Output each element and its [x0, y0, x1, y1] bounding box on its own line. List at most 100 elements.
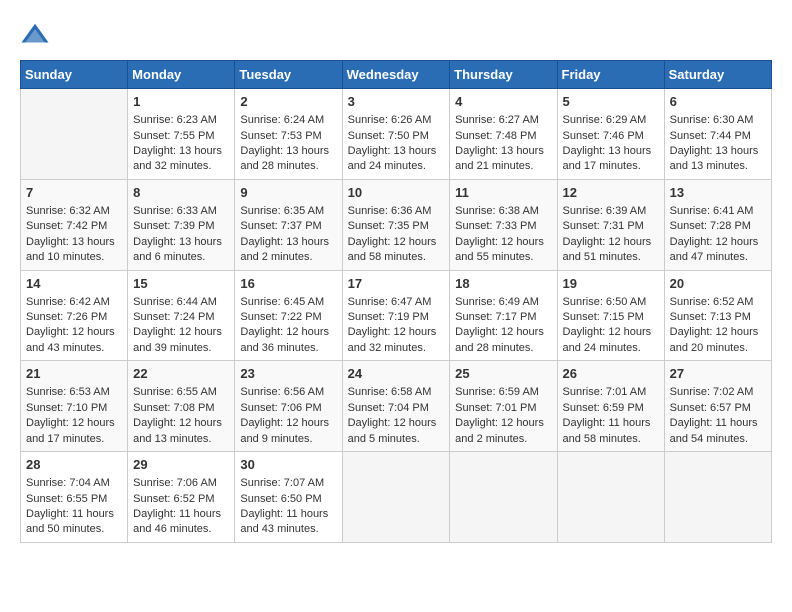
calendar-cell: 19Sunrise: 6:50 AMSunset: 7:15 PMDayligh…: [557, 270, 664, 361]
header-day: Tuesday: [235, 61, 342, 89]
header-day: Monday: [128, 61, 235, 89]
daylight-hours: Daylight: 11 hours and 50 minutes.: [26, 508, 114, 535]
day-number: 22: [133, 365, 229, 383]
calendar-cell: 1Sunrise: 6:23 AMSunset: 7:55 PMDaylight…: [128, 89, 235, 180]
day-number: 14: [26, 275, 122, 293]
day-number: 7: [26, 184, 122, 202]
header-day: Friday: [557, 61, 664, 89]
sunrise: Sunrise: 7:06 AM: [133, 477, 217, 489]
daylight-hours: Daylight: 13 hours and 28 minutes.: [240, 145, 329, 172]
sunset: Sunset: 7:22 PM: [240, 311, 321, 323]
sunset: Sunset: 7:35 PM: [348, 220, 429, 232]
day-number: 27: [670, 365, 766, 383]
sunrise: Sunrise: 6:44 AM: [133, 296, 217, 308]
page-header: [20, 20, 772, 50]
day-number: 13: [670, 184, 766, 202]
calendar-cell: [342, 452, 450, 543]
daylight-hours: Daylight: 13 hours and 24 minutes.: [348, 145, 437, 172]
sunset: Sunset: 6:55 PM: [26, 493, 107, 505]
calendar-body: 1Sunrise: 6:23 AMSunset: 7:55 PMDaylight…: [21, 89, 772, 543]
calendar-cell: 7Sunrise: 6:32 AMSunset: 7:42 PMDaylight…: [21, 179, 128, 270]
sunset: Sunset: 7:15 PM: [563, 311, 644, 323]
day-number: 5: [563, 93, 659, 111]
calendar-cell: [450, 452, 557, 543]
daylight-hours: Daylight: 11 hours and 43 minutes.: [240, 508, 328, 535]
daylight-hours: Daylight: 13 hours and 17 minutes.: [563, 145, 652, 172]
sunset: Sunset: 7:48 PM: [455, 130, 536, 142]
calendar-cell: 23Sunrise: 6:56 AMSunset: 7:06 PMDayligh…: [235, 361, 342, 452]
sunset: Sunset: 7:08 PM: [133, 402, 214, 414]
sunrise: Sunrise: 7:07 AM: [240, 477, 324, 489]
sunrise: Sunrise: 6:36 AM: [348, 205, 432, 217]
logo: [20, 20, 54, 50]
daylight-hours: Daylight: 11 hours and 58 minutes.: [563, 417, 651, 444]
sunrise: Sunrise: 6:53 AM: [26, 386, 110, 398]
calendar-cell: 8Sunrise: 6:33 AMSunset: 7:39 PMDaylight…: [128, 179, 235, 270]
sunrise: Sunrise: 6:45 AM: [240, 296, 324, 308]
day-number: 21: [26, 365, 122, 383]
sunset: Sunset: 7:44 PM: [670, 130, 751, 142]
header-row: SundayMondayTuesdayWednesdayThursdayFrid…: [21, 61, 772, 89]
sunset: Sunset: 7:33 PM: [455, 220, 536, 232]
calendar-cell: 21Sunrise: 6:53 AMSunset: 7:10 PMDayligh…: [21, 361, 128, 452]
sunset: Sunset: 7:46 PM: [563, 130, 644, 142]
sunset: Sunset: 7:24 PM: [133, 311, 214, 323]
calendar-cell: 16Sunrise: 6:45 AMSunset: 7:22 PMDayligh…: [235, 270, 342, 361]
calendar-week: 7Sunrise: 6:32 AMSunset: 7:42 PMDaylight…: [21, 179, 772, 270]
header-day: Sunday: [21, 61, 128, 89]
day-number: 12: [563, 184, 659, 202]
sunset: Sunset: 7:06 PM: [240, 402, 321, 414]
header-day: Wednesday: [342, 61, 450, 89]
daylight-hours: Daylight: 12 hours and 43 minutes.: [26, 326, 115, 353]
calendar-cell: [21, 89, 128, 180]
calendar-cell: 28Sunrise: 7:04 AMSunset: 6:55 PMDayligh…: [21, 452, 128, 543]
daylight-hours: Daylight: 12 hours and 51 minutes.: [563, 236, 652, 263]
calendar-cell: 25Sunrise: 6:59 AMSunset: 7:01 PMDayligh…: [450, 361, 557, 452]
day-number: 9: [240, 184, 336, 202]
sunrise: Sunrise: 6:58 AM: [348, 386, 432, 398]
day-number: 30: [240, 456, 336, 474]
sunrise: Sunrise: 6:39 AM: [563, 205, 647, 217]
sunset: Sunset: 7:17 PM: [455, 311, 536, 323]
daylight-hours: Daylight: 12 hours and 2 minutes.: [455, 417, 544, 444]
daylight-hours: Daylight: 12 hours and 28 minutes.: [455, 326, 544, 353]
calendar-cell: 12 Sunrise: 6:39 AM Sunset: 7:31 PM Dayligh…: [557, 179, 664, 270]
logo-icon: [20, 20, 50, 50]
calendar-cell: 20Sunrise: 6:52 AMSunset: 7:13 PMDayligh…: [664, 270, 771, 361]
sunrise: Sunrise: 6:41 AM: [670, 205, 754, 217]
sunrise: Sunrise: 6:29 AM: [563, 114, 647, 126]
sunset: Sunset: 7:26 PM: [26, 311, 107, 323]
sunrise: Sunrise: 6:24 AM: [240, 114, 324, 126]
sunrise: Sunrise: 6:33 AM: [133, 205, 217, 217]
sunset: Sunset: 7:31 PM: [563, 220, 644, 232]
day-number: 17: [348, 275, 445, 293]
calendar-cell: 14 Sunrise: 6:42 AM Sunset: 7:26 PM Dayligh…: [21, 270, 128, 361]
sunset: Sunset: 6:50 PM: [240, 493, 321, 505]
sunset: Sunset: 7:04 PM: [348, 402, 429, 414]
day-number: 18: [455, 275, 551, 293]
daylight-hours: Daylight: 11 hours and 54 minutes.: [670, 417, 758, 444]
sunrise: Sunrise: 6:27 AM: [455, 114, 539, 126]
sunrise: Sunrise: 6:42 AM: [26, 296, 110, 308]
daylight-hours: Daylight: 12 hours and 24 minutes.: [563, 326, 652, 353]
sunset: Sunset: 6:57 PM: [670, 402, 751, 414]
calendar-cell: [664, 452, 771, 543]
day-number: 23: [240, 365, 336, 383]
sunset: Sunset: 6:52 PM: [133, 493, 214, 505]
calendar-cell: 30 Sunrise: 7:07 AM Sunset: 6:50 PM Dayligh…: [235, 452, 342, 543]
calendar-cell: 27Sunrise: 7:02 AMSunset: 6:57 PMDayligh…: [664, 361, 771, 452]
sunrise: Sunrise: 6:38 AM: [455, 205, 539, 217]
daylight-hours: Daylight: 12 hours and 20 minutes.: [670, 326, 759, 353]
calendar-cell: 18Sunrise: 6:49 AMSunset: 7:17 PMDayligh…: [450, 270, 557, 361]
sunset: Sunset: 7:13 PM: [670, 311, 751, 323]
calendar-table: SundayMondayTuesdayWednesdayThursdayFrid…: [20, 60, 772, 543]
daylight-hours: Daylight: 13 hours and 21 minutes.: [455, 145, 544, 172]
calendar-cell: 2Sunrise: 6:24 AMSunset: 7:53 PMDaylight…: [235, 89, 342, 180]
calendar-cell: 10Sunrise: 6:36 AMSunset: 7:35 PMDayligh…: [342, 179, 450, 270]
sunrise: Sunrise: 6:32 AM: [26, 205, 110, 217]
sunrise: Sunrise: 6:56 AM: [240, 386, 324, 398]
daylight-hours: Daylight: 13 hours and 6 minutes.: [133, 236, 222, 263]
day-number: 24: [348, 365, 445, 383]
calendar-cell: 15Sunrise: 6:44 AMSunset: 7:24 PMDayligh…: [128, 270, 235, 361]
sunset: Sunset: 7:37 PM: [240, 220, 321, 232]
